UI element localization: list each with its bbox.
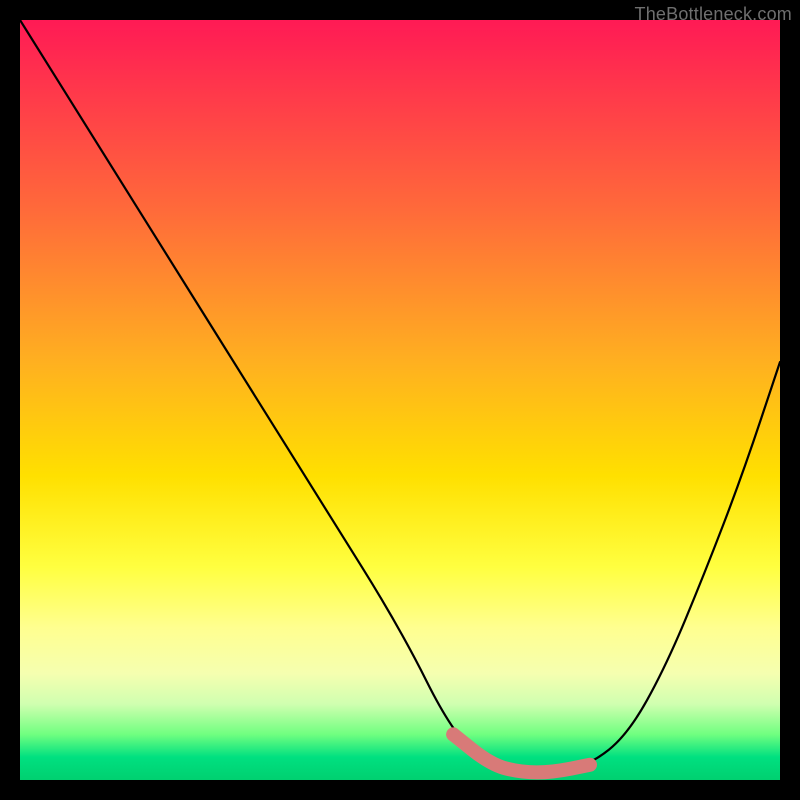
highlight-band-path (453, 734, 590, 772)
attribution-text: TheBottleneck.com (635, 4, 792, 25)
chart-frame: TheBottleneck.com (0, 0, 800, 800)
curve-layer (20, 20, 780, 780)
plot-area (20, 20, 780, 780)
bottleneck-curve-path (20, 20, 780, 772)
highlight-dot (446, 727, 460, 741)
